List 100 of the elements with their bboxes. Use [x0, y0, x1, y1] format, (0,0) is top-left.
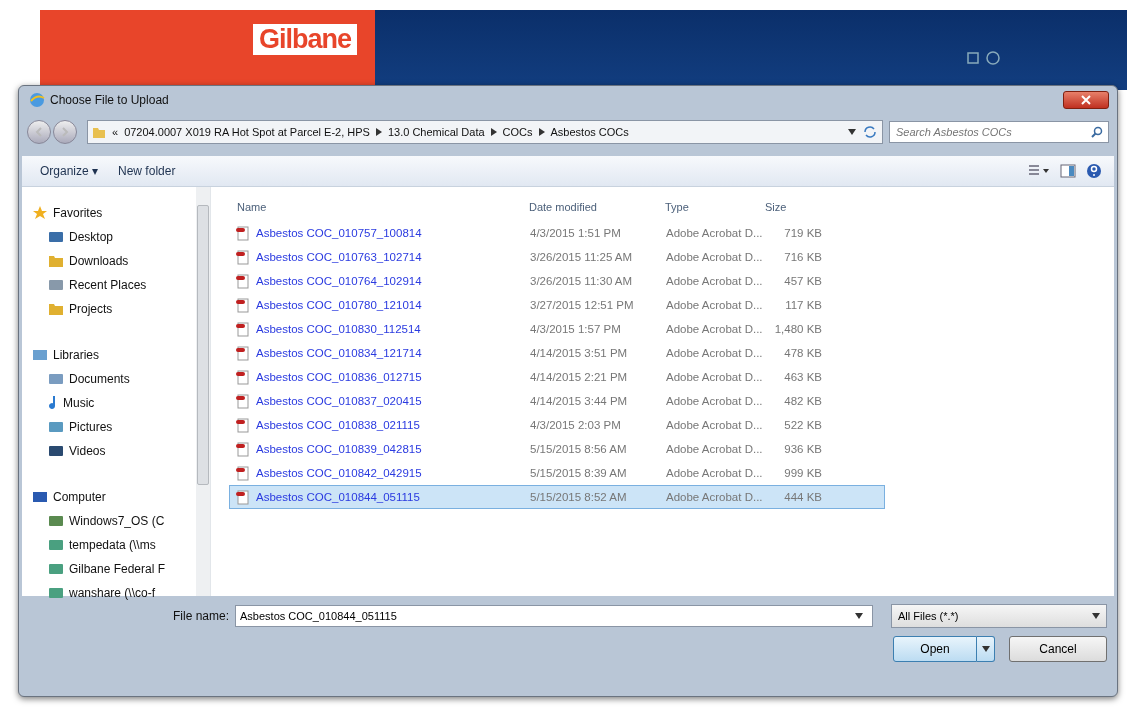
- file-row[interactable]: Asbestos COC_010836_012715 4/14/2015 2:21 PM Adobe Acrobat D... 463 KB: [229, 365, 885, 389]
- nav-item[interactable]: Downloads: [32, 249, 196, 273]
- file-date: 5/15/2015 8:56 AM: [530, 443, 628, 455]
- view-options-icon[interactable]: [1028, 164, 1050, 178]
- file-name: Asbestos COC_010839_042815: [256, 443, 422, 455]
- file-row[interactable]: Asbestos COC_010838_021115 4/3/2015 2:03 PM Adobe Acrobat D... 522 KB: [229, 413, 885, 437]
- window-title: Choose File to Upload: [50, 93, 169, 107]
- close-button[interactable]: [1063, 91, 1109, 109]
- file-name: Asbestos COC_010764_102914: [256, 275, 422, 287]
- file-row[interactable]: Asbestos COC_010844_051115 5/15/2015 8:52 AM Adobe Acrobat D... 444 KB: [229, 485, 885, 509]
- nav-item[interactable]: Pictures: [32, 415, 196, 439]
- nav-item[interactable]: Documents: [32, 367, 196, 391]
- file-name: Asbestos COC_010780_121014: [256, 299, 422, 311]
- file-name: Asbestos COC_010838_021115: [256, 419, 420, 431]
- nav-item[interactable]: Videos: [32, 439, 196, 463]
- nav-item[interactable]: Favorites: [32, 201, 196, 225]
- file-size: 457 KB: [783, 275, 823, 287]
- dropdown-icon: [855, 613, 863, 619]
- file-size: 999 KB: [783, 467, 823, 479]
- address-bar[interactable]: « 07204.0007 X019 RA Hot Spot at Parcel E-2, HPS 13.0 Chemical Data COCs Asbestos COCs: [87, 120, 883, 144]
- folder-icon: [92, 125, 106, 139]
- dropdown-icon[interactable]: [848, 129, 856, 135]
- column-header[interactable]: Name: [229, 201, 529, 213]
- chevron-icon: [490, 128, 497, 136]
- toolbar-button[interactable]: Organize ▾: [40, 164, 109, 178]
- file-name-label: File name:: [171, 609, 229, 623]
- file-type-dropdown[interactable]: All Files (*.*): [891, 604, 1107, 628]
- open-options-button[interactable]: [977, 636, 995, 662]
- music-icon: [48, 396, 58, 410]
- column-header[interactable]: Date modified: [529, 201, 665, 213]
- folder-icon: [48, 254, 64, 268]
- breadcrumb-item[interactable]: «: [112, 126, 119, 138]
- file-row[interactable]: Asbestos COC_010757_100814 4/3/2015 1:51 PM Adobe Acrobat D... 719 KB: [229, 221, 885, 245]
- back-button[interactable]: [27, 120, 51, 144]
- column-header[interactable]: Type: [665, 201, 765, 213]
- nav-item[interactable]: Music: [32, 391, 196, 415]
- forward-icon: [60, 127, 70, 137]
- pdf-file-icon: [236, 249, 250, 265]
- file-type: Adobe Acrobat D...: [666, 419, 764, 431]
- file-name: Asbestos COC_010844_051115: [256, 491, 420, 503]
- pdf-file-icon: [236, 321, 250, 337]
- file-name: Asbestos COC_010836_012715: [256, 371, 422, 383]
- file-name: Asbestos COC_010763_102714: [256, 251, 422, 263]
- file-type: Adobe Acrobat D...: [666, 323, 764, 335]
- file-date: 4/3/2015 1:57 PM: [530, 323, 622, 335]
- toolbar-button[interactable]: New folder: [118, 164, 186, 178]
- breadcrumb-item[interactable]: Asbestos COCs: [550, 126, 629, 138]
- file-type: Adobe Acrobat D...: [666, 275, 764, 287]
- pdf-file-icon: [236, 345, 250, 361]
- file-date: 4/14/2015 3:51 PM: [530, 347, 629, 359]
- nav-item[interactable]: wanshare (\\co-f: [32, 581, 196, 605]
- search-icon: [1091, 126, 1103, 138]
- nav-item[interactable]: tempedata (\\ms: [32, 533, 196, 557]
- nav-item[interactable]: Computer: [32, 485, 196, 509]
- preview-pane-icon[interactable]: [1060, 164, 1076, 178]
- nav-item[interactable]: Recent Places: [32, 273, 196, 297]
- refresh-icon[interactable]: [862, 124, 878, 140]
- file-size: 1,480 KB: [773, 323, 823, 335]
- file-size: 719 KB: [783, 227, 823, 239]
- file-row[interactable]: Asbestos COC_010837_020415 4/14/2015 3:44 PM Adobe Acrobat D... 482 KB: [229, 389, 885, 413]
- file-row[interactable]: Asbestos COC_010842_042915 5/15/2015 8:39 AM Adobe Acrobat D... 999 KB: [229, 461, 885, 485]
- file-name: Asbestos COC_010842_042915: [256, 467, 422, 479]
- file-size: 936 KB: [783, 443, 823, 455]
- nav-item[interactable]: Windows7_OS (C: [32, 509, 196, 533]
- breadcrumb-item[interactable]: 07204.0007 X019 RA Hot Spot at Parcel E-2, HPS: [124, 126, 370, 138]
- forward-button[interactable]: [53, 120, 77, 144]
- file-row[interactable]: Asbestos COC_010834_121714 4/14/2015 3:51 PM Adobe Acrobat D... 478 KB: [229, 341, 885, 365]
- file-name-field[interactable]: Asbestos COC_010844_051115: [235, 605, 873, 627]
- file-row[interactable]: Asbestos COC_010839_042815 5/15/2015 8:56 AM Adobe Acrobat D... 936 KB: [229, 437, 885, 461]
- file-row[interactable]: Asbestos COC_010830_112514 4/3/2015 1:57 PM Adobe Acrobat D... 1,480 KB: [229, 317, 885, 341]
- file-type: Adobe Acrobat D...: [666, 251, 764, 263]
- star-icon: [32, 206, 48, 220]
- file-row[interactable]: Asbestos COC_010780_121014 3/27/2015 12:51 PM Adobe Acrobat D... 117 KB: [229, 293, 885, 317]
- logo: Gilbane: [252, 24, 357, 55]
- file-type: Adobe Acrobat D...: [666, 347, 764, 359]
- column-header[interactable]: Size: [765, 201, 855, 213]
- help-icon[interactable]: [1086, 163, 1102, 179]
- open-button[interactable]: Open: [893, 636, 977, 662]
- file-name: Asbestos COC_010834_121714: [256, 347, 422, 359]
- scrollbar[interactable]: [196, 187, 210, 596]
- file-type: Adobe Acrobat D...: [666, 395, 764, 407]
- breadcrumb-item[interactable]: COCs: [502, 126, 533, 138]
- back-icon: [34, 127, 44, 137]
- file-size: 716 KB: [783, 251, 823, 263]
- file-row[interactable]: Asbestos COC_010764_102914 3/26/2015 11:30 AM Adobe Acrobat D... 457 KB: [229, 269, 885, 293]
- nav-item[interactable]: Gilbane Federal F: [32, 557, 196, 581]
- file-type: Adobe Acrobat D...: [666, 491, 764, 503]
- file-row[interactable]: Asbestos COC_010763_102714 3/26/2015 11:25 AM Adobe Acrobat D... 716 KB: [229, 245, 885, 269]
- file-name: Asbestos COC_010757_100814: [256, 227, 422, 239]
- chevron-icon: [538, 128, 545, 136]
- nav-item[interactable]: Desktop: [32, 225, 196, 249]
- nav-item[interactable]: Libraries: [32, 343, 196, 367]
- folder-icon: [48, 302, 64, 316]
- search-field[interactable]: Search Asbestos COCs: [889, 121, 1109, 143]
- nav-item[interactable]: Projects: [32, 297, 196, 321]
- close-icon: [1081, 95, 1091, 105]
- file-type: Adobe Acrobat D...: [666, 443, 764, 455]
- cancel-button[interactable]: Cancel: [1009, 636, 1107, 662]
- breadcrumb-item[interactable]: 13.0 Chemical Data: [387, 126, 485, 138]
- pdf-file-icon: [236, 417, 250, 433]
